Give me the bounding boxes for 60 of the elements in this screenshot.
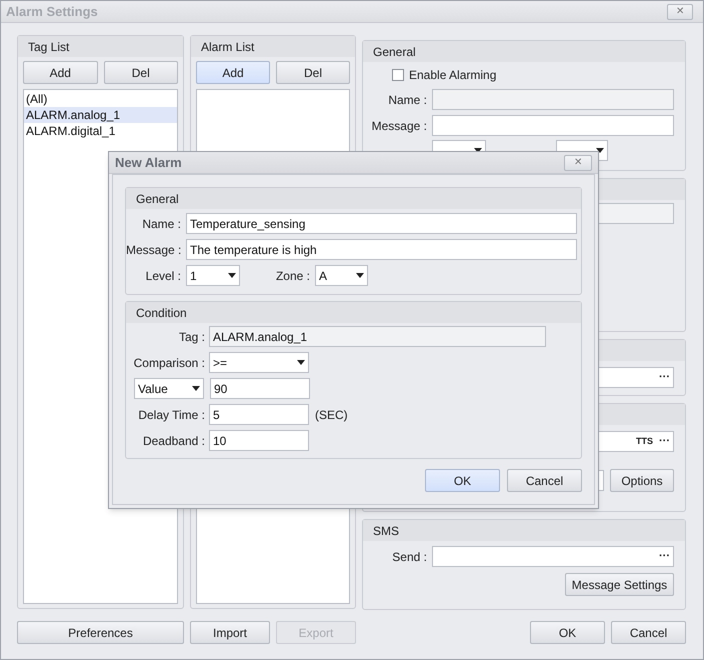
field-label: Tag : — [178, 328, 205, 346]
field-label: Name : — [141, 216, 181, 232]
browse-button[interactable]: ··· — [659, 369, 670, 386]
dropdown-caret-icon — [356, 273, 364, 278]
group-title: Alarm List — [201, 38, 254, 56]
message-field[interactable] — [432, 115, 674, 136]
field-label: Deadband : — [142, 432, 205, 450]
comparison-dropdown[interactable]: >= — [209, 352, 309, 373]
tag-field[interactable]: ALARM.analog_1 — [209, 326, 546, 347]
level-dropdown[interactable]: 1 — [186, 265, 240, 286]
list-button[interactable]: Add — [196, 61, 270, 84]
field-label: Message : — [370, 118, 427, 134]
tag-list-item[interactable]: (All) — [24, 91, 177, 107]
checkbox[interactable] — [392, 69, 404, 81]
group-title: Tag List — [28, 38, 70, 56]
delay-time-field[interactable]: 5 — [209, 404, 309, 425]
tag-list-item[interactable]: ALARM.analog_1 — [24, 107, 177, 123]
group-title: SMS — [373, 522, 400, 540]
dropdown-caret-icon — [228, 273, 236, 278]
footer-button[interactable]: Cancel — [611, 621, 686, 644]
message-field[interactable]: The temperature is high — [186, 239, 577, 260]
group-title: General — [136, 190, 179, 208]
value-field[interactable]: 90 — [210, 378, 310, 399]
dialog-title: New Alarm — [115, 154, 182, 172]
list-button[interactable]: Add — [23, 61, 98, 84]
tts-button[interactable]: TTS — [636, 434, 653, 448]
dialog-button[interactable]: Cancel — [507, 469, 582, 492]
value-type-dropdown[interactable]: Value — [134, 378, 204, 399]
unit-label: (SEC) — [315, 406, 348, 424]
footer-button[interactable]: Preferences — [17, 621, 184, 644]
browse-button[interactable]: ··· — [659, 548, 670, 565]
field-label: Message : — [126, 242, 181, 258]
send-field[interactable]: ··· — [432, 546, 674, 567]
field-label: Comparison : — [132, 354, 205, 372]
footer-button[interactable]: OK — [530, 621, 605, 644]
zone-dropdown[interactable]: A — [315, 265, 368, 286]
tag-list-item[interactable]: ALARM.digital_1 — [24, 123, 177, 139]
field-label: Level : — [144, 268, 181, 284]
list-button[interactable]: Del — [276, 61, 350, 84]
group-title: Condition — [136, 304, 187, 322]
group-title: General — [373, 44, 416, 60]
field-label: Delay Time : — [137, 406, 205, 424]
field-label: Zone : — [274, 268, 310, 284]
browse-button[interactable]: ··· — [659, 433, 670, 450]
close-button[interactable]: ✕ — [667, 4, 693, 20]
dialog-button[interactable]: OK — [425, 469, 500, 492]
close-button[interactable]: ✕ — [564, 154, 592, 170]
dropdown-caret-icon — [596, 148, 604, 153]
field-label: Send : — [391, 548, 427, 566]
name-field[interactable]: Temperature_sensing — [186, 213, 577, 234]
checkbox-label: Enable Alarming — [409, 67, 496, 84]
options-button[interactable]: Options — [610, 469, 674, 492]
dropdown-caret-icon — [192, 386, 200, 391]
field-label: Name : — [387, 92, 427, 108]
window-title: Alarm Settings — [6, 2, 98, 21]
footer-button[interactable]: Import — [190, 621, 270, 644]
list-button[interactable]: Del — [104, 61, 178, 84]
deadband-field[interactable]: 10 — [209, 430, 309, 451]
message-settings-button[interactable]: Message Settings — [565, 573, 674, 596]
dropdown-caret-icon — [297, 360, 305, 365]
